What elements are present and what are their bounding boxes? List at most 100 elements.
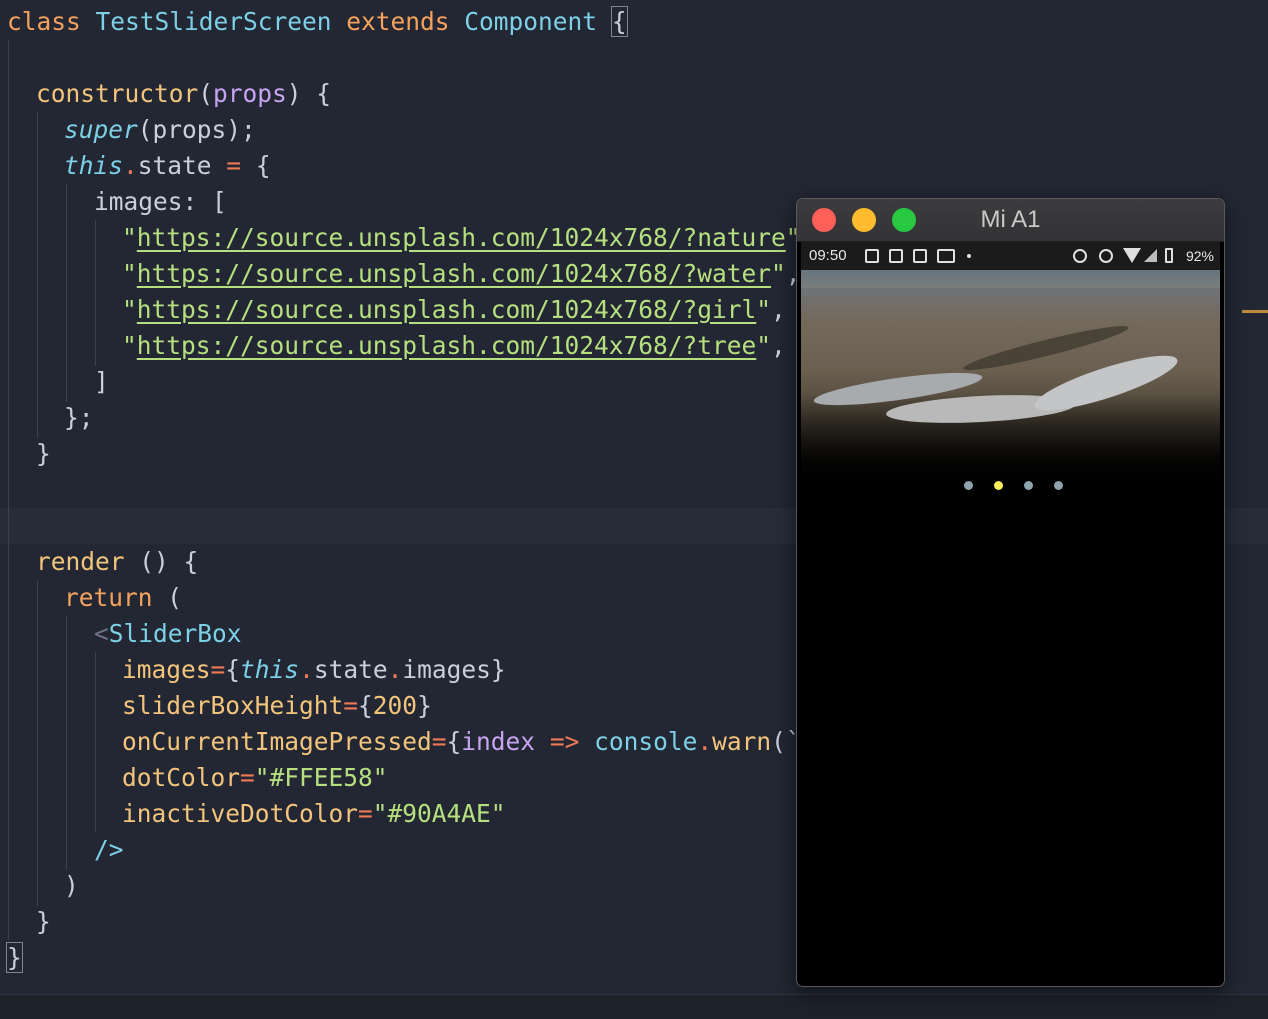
code-line[interactable]: }	[36, 436, 51, 472]
code-token: onCurrentImagePressed	[122, 727, 432, 756]
window-titlebar[interactable]: Mi A1	[797, 199, 1224, 242]
code-line[interactable]: "https://source.unsplash.com/1024x768/?g…	[122, 292, 786, 328]
code-token: =	[343, 691, 359, 720]
code-line[interactable]: />	[94, 832, 124, 868]
signal-icon	[1144, 249, 1157, 262]
surfboard	[1030, 345, 1182, 421]
code-token: sliderBoxHeight	[122, 691, 344, 720]
code-token: state	[313, 655, 388, 684]
code-line[interactable]: ]	[94, 364, 109, 400]
code-token: super	[64, 115, 138, 144]
android-status-bar: 09:50 92%	[801, 242, 1220, 270]
code-token: this	[64, 151, 124, 180]
slider-pagination[interactable]	[801, 479, 1220, 493]
code-line[interactable]: "https://source.unsplash.com/1024x768/?w…	[122, 256, 801, 292]
code-token: "#90A4AE"	[372, 799, 506, 828]
indent-guide	[66, 616, 67, 870]
code-token: =	[358, 799, 373, 828]
code-line[interactable]: sliderBoxHeight={200}	[122, 688, 432, 724]
code-token: index	[461, 727, 550, 756]
code-token: {	[358, 691, 373, 720]
code-token: dotColor	[122, 763, 241, 792]
code-line[interactable]: dotColor="#FFEE58"	[122, 760, 388, 796]
code-token: this	[240, 655, 300, 684]
code-token: .	[123, 151, 138, 180]
code-token: {	[610, 6, 628, 37]
code-token: =	[431, 727, 447, 756]
scrollbar-marker	[1242, 310, 1268, 313]
code-line[interactable]: super(props);	[64, 112, 256, 148]
indent-guide	[37, 580, 38, 906]
battery-percentage: 92%	[1185, 248, 1214, 264]
code-line[interactable]: )	[64, 868, 79, 904]
code-token: "	[122, 223, 137, 252]
vibrate-icon	[1073, 249, 1087, 263]
indent-guide	[95, 220, 96, 366]
code-token: ) {	[286, 79, 332, 108]
code-token: props	[213, 79, 287, 108]
code-token: return	[64, 583, 168, 612]
code-token: (	[167, 583, 183, 612]
code-line[interactable]: }	[6, 940, 23, 976]
code-token: inactiveDotColor	[122, 799, 359, 828]
code-token: }	[417, 691, 432, 720]
code-token: warn	[712, 727, 772, 756]
code-token: };	[64, 403, 94, 432]
code-token: images: [	[94, 187, 227, 216]
code-token: (props);	[137, 115, 256, 144]
code-token: ,	[771, 295, 786, 324]
code-token: "	[122, 295, 137, 324]
slider-image[interactable]	[801, 270, 1220, 493]
code-token: {	[255, 151, 271, 180]
slider-dot[interactable]	[1024, 481, 1033, 490]
code-token: render	[36, 547, 140, 576]
code-token: images}	[402, 655, 506, 684]
code-line[interactable]: "https://source.unsplash.com/1024x768/?t…	[122, 328, 815, 364]
code-token: "#FFEE58"	[254, 763, 388, 792]
code-token: 200	[372, 691, 418, 720]
code-token: () {	[139, 547, 199, 576]
emulator-window[interactable]: Mi A1 09:50 92%	[796, 198, 1225, 987]
code-token: constructor	[36, 79, 199, 108]
code-token: https://source.unsplash.com/1024x768/?na…	[136, 223, 786, 252]
sea-horizon	[801, 270, 1220, 288]
code-line[interactable]: };	[64, 400, 94, 436]
code-line[interactable]: "https://source.unsplash.com/1024x768/?n…	[122, 220, 815, 256]
code-line[interactable]: render () {	[36, 544, 198, 580]
code-token: }	[6, 942, 23, 973]
code-token: .	[697, 727, 713, 756]
code-line[interactable]: constructor(props) {	[36, 76, 331, 112]
code-line[interactable]: }	[36, 904, 51, 940]
code-token: }	[36, 907, 51, 936]
code-token: Component	[464, 7, 612, 36]
code-token: }	[36, 439, 51, 468]
code-line[interactable]: return (	[64, 580, 182, 616]
code-token: TestSliderScreen	[95, 7, 347, 36]
code-line[interactable]: images: [	[94, 184, 227, 220]
code-line[interactable]: inactiveDotColor="#90A4AE"	[122, 796, 506, 832]
code-token: )	[64, 871, 79, 900]
code-token: (	[198, 79, 214, 108]
code-token: https://source.unsplash.com/1024x768/?tr…	[136, 331, 757, 360]
slider-dot-active[interactable]	[994, 481, 1003, 490]
code-token: extends	[346, 7, 465, 36]
editor-bottom-strip	[0, 994, 1268, 1019]
code-token: .	[299, 655, 314, 684]
code-line[interactable]: <SliderBox	[94, 616, 242, 652]
code-token: state	[137, 151, 227, 180]
slider-dot[interactable]	[1054, 481, 1063, 490]
slider-dot[interactable]	[964, 481, 973, 490]
code-token: =	[240, 763, 255, 792]
code-token: "	[122, 259, 137, 288]
code-token: "	[756, 331, 772, 360]
window-title: Mi A1	[980, 206, 1041, 233]
alarm-icon	[1099, 249, 1113, 263]
code-line[interactable]: this.state = {	[64, 148, 271, 184]
code-token: ]	[94, 367, 109, 396]
youtube-icon	[937, 249, 955, 263]
code-line[interactable]: images={this.state.images}	[122, 652, 506, 688]
code-line[interactable]: onCurrentImagePressed={index => console.…	[122, 724, 815, 760]
indent-guide	[8, 40, 9, 940]
code-line[interactable]: class TestSliderScreen extends Component…	[7, 4, 628, 40]
code-token: =>	[549, 727, 595, 756]
